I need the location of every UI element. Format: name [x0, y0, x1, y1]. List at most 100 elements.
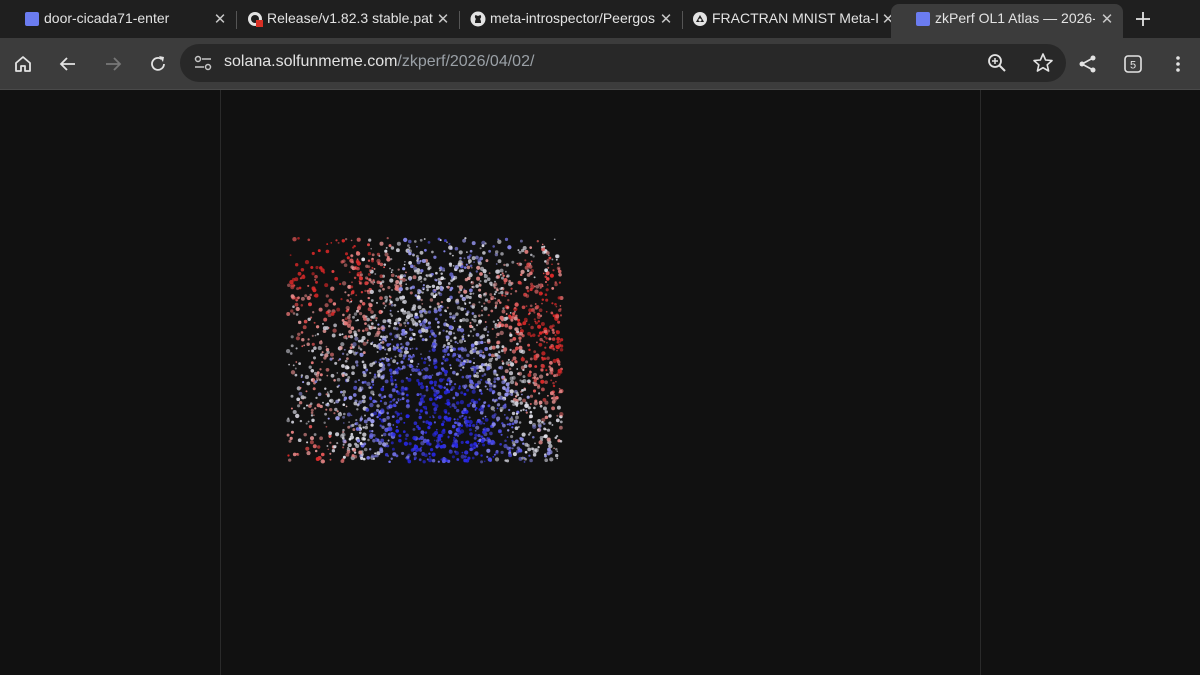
scatter-point: [502, 386, 506, 390]
scatter-point: [321, 361, 324, 363]
scatter-point: [490, 406, 495, 411]
scatter-point: [522, 375, 526, 379]
tab-zkperf[interactable]: zkPerf OL1 Atlas — 2026-04 ✕: [891, 4, 1123, 38]
scatter-point: [300, 376, 303, 378]
scatter-point: [362, 373, 367, 378]
scatter-point: [475, 425, 480, 430]
scatter-point: [509, 311, 512, 314]
forward-button[interactable]: [100, 51, 126, 77]
site-settings-icon[interactable]: [194, 55, 212, 71]
scatter-point: [514, 426, 519, 431]
scatter-point: [325, 425, 328, 428]
new-tab-button[interactable]: [1130, 6, 1156, 32]
scatter-point: [289, 254, 292, 257]
address-bar[interactable]: solana.solfunmeme.com/zkperf/2026/04/02/: [180, 44, 1066, 82]
tab-peergos[interactable]: meta-introspector/Peergos ✕: [446, 4, 682, 34]
scatter-point: [405, 376, 409, 380]
scatter-point: [380, 438, 385, 443]
scatter-point: [300, 304, 304, 307]
scatter-point: [453, 436, 455, 439]
scatter-point: [385, 246, 388, 249]
scatter-point: [448, 331, 453, 336]
scatter-point: [440, 285, 443, 289]
scatter-point: [493, 413, 497, 416]
scatter-plot[interactable]: [280, 230, 570, 470]
scatter-point: [468, 254, 472, 257]
scatter-point: [316, 403, 321, 408]
scatter-point: [356, 258, 359, 261]
share-button[interactable]: [1075, 51, 1101, 77]
scatter-point: [494, 357, 498, 361]
scatter-point: [427, 421, 433, 426]
scatter-point: [490, 309, 494, 313]
scatter-point: [468, 295, 472, 300]
menu-button[interactable]: [1165, 51, 1191, 77]
scatter-point: [516, 368, 519, 370]
scatter-point: [367, 272, 371, 276]
scatter-point: [367, 243, 370, 247]
scatter-point: [388, 299, 392, 302]
scatter-point: [352, 393, 357, 397]
scatter-point: [527, 379, 531, 384]
scatter-point: [494, 252, 499, 257]
scatter-point: [355, 419, 358, 422]
scatter-point: [448, 242, 451, 245]
scatter-point: [428, 364, 431, 367]
scatter-point: [352, 315, 355, 319]
scatter-point: [491, 327, 494, 331]
scatter-point: [476, 341, 479, 344]
home-button[interactable]: [10, 51, 36, 77]
scatter-point: [478, 408, 482, 411]
scatter-point: [549, 391, 554, 396]
scatter-point: [556, 457, 559, 460]
scatter-point: [377, 262, 381, 266]
scatter-point: [529, 410, 533, 414]
tab-release[interactable]: Release/v1.82.3 stable.patch ✕: [223, 4, 459, 34]
scatter-point: [361, 336, 366, 341]
scatter-point: [399, 281, 403, 285]
scatter-point: [448, 325, 453, 330]
scatter-point: [364, 281, 369, 286]
scatter-point: [423, 361, 427, 365]
zoom-icon[interactable]: [986, 52, 1008, 74]
scatter-point: [491, 357, 494, 360]
scatter-point: [475, 423, 478, 426]
tab-fractran[interactable]: FRACTRAN MNIST Meta-Int ✕: [668, 4, 904, 34]
scatter-point: [351, 447, 354, 451]
scatter-point: [395, 318, 400, 323]
scatter-point: [469, 292, 472, 295]
scatter-point: [410, 365, 414, 368]
close-icon[interactable]: ✕: [1097, 9, 1117, 29]
scatter-point: [470, 343, 475, 348]
url-text[interactable]: solana.solfunmeme.com/zkperf/2026/04/02/: [224, 53, 534, 71]
scatter-point: [507, 245, 512, 250]
scatter-point: [347, 335, 351, 338]
scatter-point: [297, 404, 301, 408]
scatter-point: [436, 321, 440, 324]
scatter-point: [395, 425, 398, 428]
scatter-point: [342, 412, 346, 416]
scatter-point: [474, 409, 477, 411]
scatter-point: [464, 237, 467, 240]
scatter-point: [492, 455, 495, 458]
scatter-point: [512, 356, 517, 361]
scatter-point: [437, 281, 442, 286]
site-circle-icon: [692, 11, 708, 27]
scatter-point: [342, 439, 347, 444]
scatter-point: [510, 292, 513, 295]
bookmark-star-icon[interactable]: [1032, 52, 1054, 74]
reload-button[interactable]: [145, 51, 171, 77]
scatter-point: [454, 298, 460, 304]
scatter-point: [504, 439, 507, 442]
scatter-point: [381, 434, 384, 437]
scatter-point: [397, 348, 402, 353]
scatter-point: [333, 323, 337, 328]
scatter-point: [379, 449, 384, 454]
scatter-point: [462, 366, 465, 369]
scatter-point: [544, 346, 547, 349]
scatter-point: [470, 398, 475, 403]
back-button[interactable]: [55, 51, 81, 77]
scatter-point: [509, 389, 514, 394]
tab-door-cicada[interactable]: door-cicada71-enter ✕: [0, 4, 236, 34]
tab-switcher-button[interactable]: 5: [1120, 51, 1146, 77]
